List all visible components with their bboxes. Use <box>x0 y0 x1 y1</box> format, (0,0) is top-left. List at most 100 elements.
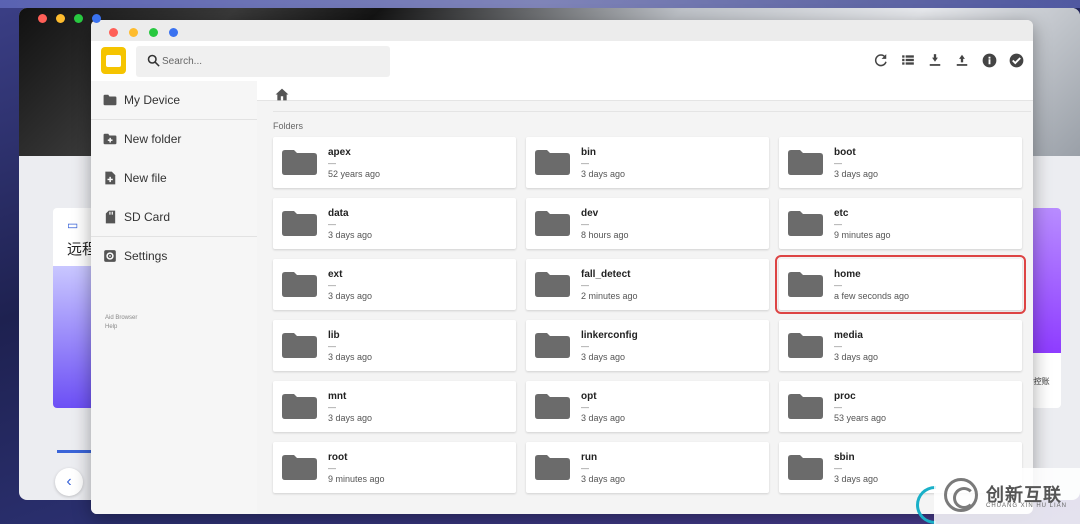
folder-icon <box>535 211 570 236</box>
close-dot[interactable] <box>38 14 47 23</box>
folder-modified: 3 days ago <box>328 352 373 362</box>
folder-card[interactable]: data —3 days ago <box>273 198 516 249</box>
folder-card[interactable]: fall_detect —2 minutes ago <box>526 259 769 310</box>
folder-size: — <box>581 159 589 168</box>
folder-modified: 9 minutes ago <box>328 474 385 484</box>
background-window-controls <box>38 14 101 23</box>
help-link[interactable]: Help <box>105 323 137 332</box>
folder-card[interactable]: dev —8 hours ago <box>526 198 769 249</box>
refresh-icon[interactable] <box>872 51 890 69</box>
window-controls <box>109 28 178 37</box>
folder-name: apex <box>328 147 351 158</box>
maximize-dot[interactable] <box>74 14 83 23</box>
folder-size: — <box>328 342 336 351</box>
folder-card[interactable]: etc —9 minutes ago <box>779 198 1022 249</box>
folder-card[interactable]: boot —3 days ago <box>779 137 1022 188</box>
list-view-icon[interactable] <box>899 51 917 69</box>
folder-card[interactable]: mnt —3 days ago <box>273 381 516 432</box>
folder-card[interactable]: apex —52 years ago <box>273 137 516 188</box>
folder-icon <box>103 93 117 107</box>
watermark-logo <box>944 478 978 512</box>
folder-name: dev <box>581 208 599 219</box>
folder-name: etc <box>834 208 849 219</box>
folder-card[interactable]: opt —3 days ago <box>526 381 769 432</box>
folder-name: lib <box>328 330 340 341</box>
folder-card[interactable]: ext —3 days ago <box>273 259 516 310</box>
folder-card[interactable]: linkerconfig —3 days ago <box>526 320 769 371</box>
folder-card[interactable]: root —9 minutes ago <box>273 442 516 493</box>
search-input[interactable] <box>162 46 382 77</box>
home-icon[interactable] <box>275 88 291 104</box>
upload-icon[interactable] <box>953 51 971 69</box>
folder-card[interactable]: home — a few seconds ago <box>775 255 1026 314</box>
folder-icon <box>535 272 570 297</box>
sidebar-item-new-folder[interactable]: New folder <box>91 120 257 159</box>
folder-size: — <box>328 464 336 473</box>
folder-icon <box>788 333 823 358</box>
search-box[interactable] <box>136 46 390 77</box>
folder-name: boot <box>834 147 856 158</box>
folder-size: — <box>834 403 842 412</box>
sidebar-item-label: SD Card <box>124 210 171 224</box>
sidebar-item-my-device[interactable]: My Device <box>91 81 257 120</box>
new-folder-icon <box>103 132 117 146</box>
folder-name: bin <box>581 147 596 158</box>
folder-icon <box>788 211 823 236</box>
sidebar-item-settings[interactable]: Settings <box>91 237 257 276</box>
background-card-right: r控账 <box>1031 208 1061 408</box>
folder-name: mnt <box>328 391 347 402</box>
folder-card[interactable]: run —3 days ago <box>526 442 769 493</box>
window-extra-dot[interactable] <box>169 28 178 37</box>
window-maximize-dot[interactable] <box>149 28 158 37</box>
sidebar-item-new-file[interactable]: New file <box>91 159 257 198</box>
folder-size: — <box>581 281 589 290</box>
folder-name: proc <box>834 391 856 402</box>
folder-modified: a few seconds ago <box>834 291 910 301</box>
folder-modified: 52 years ago <box>328 169 381 179</box>
folder-size: — <box>581 403 589 412</box>
window-minimize-dot[interactable] <box>129 28 138 37</box>
folder-card[interactable]: bin —3 days ago <box>526 137 769 188</box>
sidebar-item-label: Settings <box>124 249 168 263</box>
app-logo <box>101 47 126 74</box>
carousel-prev-button[interactable]: ‹ <box>55 468 83 496</box>
extra-dot[interactable] <box>92 14 101 23</box>
desktop-top-stripe <box>0 0 1080 8</box>
search-icon <box>147 54 160 67</box>
folder-name: ext <box>328 269 343 280</box>
folder-card[interactable]: lib —3 days ago <box>273 320 516 371</box>
folder-size: — <box>834 220 842 229</box>
monitor-icon: ▭ <box>67 218 79 232</box>
folder-modified: 3 days ago <box>581 474 626 484</box>
window-close-dot[interactable] <box>109 28 118 37</box>
folder-name: linkerconfig <box>581 330 638 341</box>
folder-icon <box>535 333 570 358</box>
folder-modified: 3 days ago <box>834 474 879 484</box>
info-icon[interactable] <box>980 51 998 69</box>
folder-modified: 3 days ago <box>834 352 879 362</box>
folder-icon <box>282 455 317 480</box>
folder-icon <box>535 150 570 175</box>
sidebar-item-sd-card[interactable]: SD Card <box>91 198 257 237</box>
download-icon[interactable] <box>926 51 944 69</box>
breadcrumb-divider <box>273 111 1031 112</box>
minimize-dot[interactable] <box>56 14 65 23</box>
aid-browser-link[interactable]: Aid Browser <box>105 314 137 323</box>
folder-size: — <box>834 281 842 290</box>
folder-icon <box>535 455 570 480</box>
folder-modified: 3 days ago <box>834 169 879 179</box>
folder-card[interactable]: proc —53 years ago <box>779 381 1022 432</box>
folder-card[interactable]: media —3 days ago <box>779 320 1022 371</box>
file-browser-window: My Device New folder New file SD Card Se… <box>91 20 1033 514</box>
select-icon[interactable] <box>1007 51 1025 69</box>
folder-size: — <box>328 220 336 229</box>
folder-icon <box>788 272 823 297</box>
folder-size: — <box>328 281 336 290</box>
folder-size: — <box>834 159 842 168</box>
section-title: Folders <box>273 121 304 131</box>
folder-icon <box>788 455 823 480</box>
folder-name: media <box>834 330 863 341</box>
folder-icon <box>282 211 317 236</box>
folder-name: home <box>834 269 861 280</box>
folder-icon <box>788 394 823 419</box>
